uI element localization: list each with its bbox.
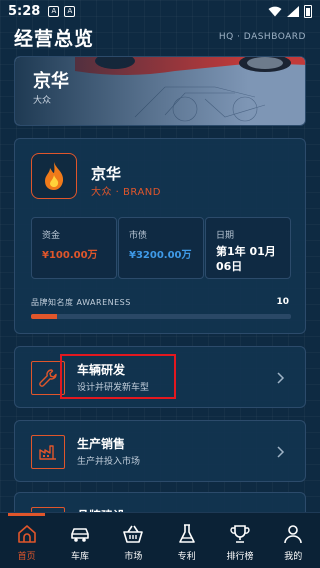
nav-profile[interactable]: 我的	[267, 513, 320, 568]
awareness-label: 品牌知名度 AWARENESS	[31, 298, 131, 307]
factory-icon	[39, 445, 56, 460]
stat-value: ¥100.00万	[42, 250, 98, 261]
page-subtitle: HQ · DASHBOARD	[218, 32, 306, 42]
trophy-icon	[230, 525, 250, 543]
nav-label: 排行榜	[226, 552, 254, 562]
brand-name: 京华	[91, 165, 122, 183]
status-right	[268, 4, 312, 18]
nav-patent[interactable]: 专利	[160, 513, 213, 568]
awareness-progress-fill	[31, 314, 57, 319]
user-icon	[284, 525, 303, 544]
hero-banner[interactable]: 京华 大众	[14, 56, 306, 126]
bottom-nav: 首页 车库 市场 专利 排行榜 我的	[0, 512, 320, 568]
nav-label: 市场	[124, 552, 143, 562]
signal-icon	[287, 5, 299, 17]
nav-leaderboard[interactable]: 排行榜	[213, 513, 266, 568]
brand-card: 京华 大众 · BRAND 资金 ¥100.00万 市债 ¥3200.00万 日…	[14, 138, 306, 334]
highlight-box	[60, 354, 176, 399]
stat-label: 市债	[129, 231, 148, 241]
stat-value: 第1年 01月 06日	[216, 245, 276, 273]
app-header: 经营总览 HQ · DASHBOARD	[0, 22, 320, 52]
dashboard-page: 5:28 A A 经营总览 HQ · DASHBOARD 京华 大众 京华 大众…	[0, 0, 320, 568]
flame-icon	[45, 162, 64, 190]
stat-label: 资金	[42, 231, 61, 241]
basket-icon	[123, 525, 144, 543]
menu-production-sales[interactable]: 生产销售 生产并投入市场	[14, 420, 306, 482]
date-stat: 日期 第1年 01月 06日	[205, 217, 291, 279]
wrench-icon	[39, 369, 57, 387]
debt-stat: 市债 ¥3200.00万	[118, 217, 204, 279]
nav-garage[interactable]: 车库	[53, 513, 106, 568]
nav-home[interactable]: 首页	[0, 513, 53, 568]
notification-icon: A	[64, 5, 76, 17]
menu-desc: 生产并投入市场	[77, 457, 141, 467]
status-bar: 5:28 A A	[0, 0, 320, 22]
battery-icon	[304, 4, 312, 18]
nav-label: 专利	[177, 552, 196, 562]
hero-company-name: 京华	[33, 71, 69, 92]
status-time: 5:28	[8, 3, 41, 19]
chevron-right-icon	[277, 446, 285, 458]
funds-stat: 资金 ¥100.00万	[31, 217, 117, 279]
nav-market[interactable]: 市场	[107, 513, 160, 568]
menu-title: 生产销售	[77, 437, 126, 451]
flask-icon	[178, 524, 195, 543]
car-icon	[71, 528, 89, 542]
nav-label: 我的	[284, 552, 303, 562]
stat-label: 日期	[216, 231, 235, 241]
menu-vehicle-rd[interactable]: 车辆研发 设计并研发新车型	[14, 346, 306, 408]
awareness-value: 10	[276, 297, 289, 307]
menu-icon-frame	[31, 435, 65, 469]
hero-brand-label: 大众	[33, 96, 52, 106]
nav-label: 首页	[17, 552, 36, 562]
chevron-right-icon	[277, 372, 285, 384]
notification-icon: A	[48, 5, 60, 17]
nav-label: 车库	[70, 552, 89, 562]
home-icon	[17, 525, 36, 543]
page-title: 经营总览	[14, 27, 95, 50]
brand-logo[interactable]	[31, 153, 77, 199]
brand-subtitle: 大众 · BRAND	[91, 187, 161, 198]
stat-value: ¥3200.00万	[129, 250, 192, 261]
wifi-icon	[268, 6, 282, 16]
awareness-progress-bar	[31, 314, 291, 319]
